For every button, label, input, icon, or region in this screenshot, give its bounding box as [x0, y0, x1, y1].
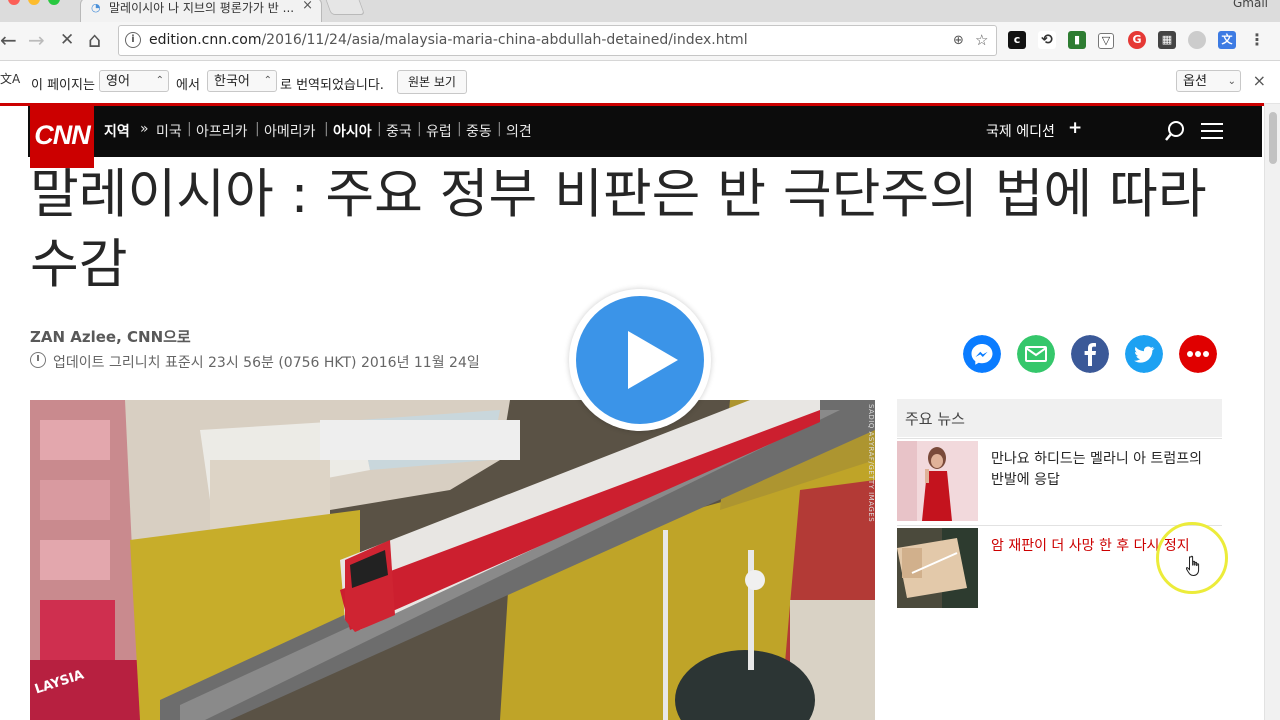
- email-icon[interactable]: [1017, 335, 1055, 373]
- nav-item-middle-east[interactable]: 중동: [466, 121, 492, 141]
- url-text[interactable]: edition.cnn.com/2016/11/24/asia/malaysia…: [149, 32, 748, 48]
- hero-photo[interactable]: LAYSIA: [30, 400, 875, 720]
- clock-icon: [30, 352, 46, 368]
- search-icon[interactable]: [1164, 120, 1186, 142]
- nav-divider: |: [255, 121, 260, 137]
- nav-item-asia[interactable]: 아시아: [333, 121, 372, 141]
- hero-photo-illustration: [30, 400, 875, 720]
- extension-icon[interactable]: ⟲: [1038, 31, 1056, 49]
- nav-item-africa[interactable]: 아프리카: [196, 121, 248, 141]
- page-scrollbar[interactable]: [1264, 104, 1280, 720]
- article-byline: ZAN Azlee, CNN으로: [30, 328, 191, 346]
- nav-item-opinion[interactable]: 의견: [506, 121, 532, 141]
- back-button[interactable]: ←: [0, 28, 17, 52]
- url-domain: edition.cnn.com: [149, 32, 262, 48]
- address-bar[interactable]: i edition.cnn.com/2016/11/24/asia/malays…: [118, 25, 997, 56]
- extension-icon[interactable]: [1188, 31, 1206, 49]
- story-thumbnail-illustration: [897, 441, 978, 521]
- minimize-window-button[interactable]: [28, 0, 40, 5]
- close-window-button[interactable]: [8, 0, 20, 5]
- story-thumbnail[interactable]: [897, 441, 978, 521]
- more-icon[interactable]: [1179, 335, 1217, 373]
- maximize-window-button[interactable]: [48, 0, 60, 5]
- play-button-circle: [576, 296, 704, 424]
- nav-item-us[interactable]: 미국: [156, 121, 182, 141]
- chevron-updown-icon: ⌃: [155, 75, 164, 86]
- edition-plus-icon[interactable]: +: [1068, 118, 1082, 138]
- target-language-value: 한국어: [214, 74, 250, 89]
- translate-page-icon[interactable]: ⊕: [953, 33, 964, 48]
- source-language-value: 영어: [106, 74, 130, 89]
- story-thumbnail-illustration: [897, 528, 978, 608]
- top-stories-header: 주요 뉴스: [897, 399, 1222, 437]
- target-language-select[interactable]: 한국어 ⌃: [207, 70, 277, 92]
- new-tab-button[interactable]: [324, 0, 366, 15]
- source-language-select[interactable]: 영어 ⌃: [99, 70, 169, 92]
- nav-item-china[interactable]: 중국: [386, 121, 412, 141]
- nav-divider: |: [377, 121, 382, 137]
- facebook-icon[interactable]: [1071, 335, 1109, 373]
- article-updated-time: 업데이트 그리니치 표준시 23시 56분 (0756 HKT) 2016년 1…: [53, 355, 480, 371]
- extension-icon[interactable]: c: [1008, 31, 1026, 49]
- scrollbar-thumb[interactable]: [1269, 112, 1277, 164]
- chevron-updown-icon: ⌃: [263, 75, 272, 86]
- menu-icon[interactable]: ⋮: [1248, 31, 1266, 49]
- translate-close-button[interactable]: ×: [1253, 71, 1266, 90]
- info-icon[interactable]: i: [125, 32, 141, 48]
- translate-middle: 에서: [176, 78, 200, 93]
- top-stories-title: 주요 뉴스: [905, 410, 965, 428]
- extension-icon[interactable]: ▮: [1068, 31, 1086, 49]
- extension-icon[interactable]: G: [1128, 31, 1146, 49]
- story-thumbnail[interactable]: [897, 528, 978, 608]
- video-play-button[interactable]: [569, 289, 711, 431]
- hamburger-menu-icon[interactable]: [1201, 123, 1223, 144]
- cnn-logo[interactable]: CNN: [30, 104, 94, 168]
- play-icon: [628, 331, 678, 389]
- translate-suffix: 로 번역되었습니다.: [280, 78, 384, 93]
- translate-prefix: 이 페이지는: [31, 78, 95, 93]
- google-translate-icon[interactable]: 文: [1218, 31, 1236, 49]
- nav-divider: |: [417, 121, 422, 137]
- photo-credit: SADIQ ASYRAF/GETTY IMAGES: [867, 404, 875, 523]
- options-label: 옵션: [1183, 74, 1207, 89]
- nav-item-europe[interactable]: 유럽: [426, 121, 452, 141]
- tab-close-button[interactable]: ×: [302, 0, 313, 13]
- story-headline[interactable]: 만나요 하디드는 멜라니 아 트럼프의 반발에 응답: [991, 449, 1216, 491]
- article-headline: 말레이시아 : 주요 정부 비판은 반 극단주의 법에 따라 수감: [30, 164, 1207, 295]
- browser-toolbar: ← → ✕ ⌂ i edition.cnn.com/2016/11/24/asi…: [0, 22, 1280, 60]
- stop-button[interactable]: ✕: [60, 28, 74, 52]
- tab-title: 말레이시아 나 지브의 평론가가 반 ...: [109, 1, 294, 15]
- translate-bar: 文A 이 페이지는 영어 ⌃ 에서 한국어 ⌃ 로 번역되었습니다. 원본 보기…: [0, 60, 1280, 104]
- nav-divider: |: [324, 121, 329, 137]
- hand-pointer-icon: [1186, 555, 1200, 577]
- nav-arrow: »: [140, 121, 149, 137]
- translate-options-select[interactable]: 옵션 ⌄: [1176, 70, 1241, 92]
- twitter-icon[interactable]: [1125, 335, 1163, 373]
- bookmark-star-icon[interactable]: ☆: [975, 31, 988, 49]
- tab-strip: ◔ 말레이시아 나 지브의 평론가가 반 ... × Gmail: [0, 0, 1280, 23]
- nav-section[interactable]: 지역: [104, 121, 130, 141]
- loading-favicon-icon: ◔: [91, 1, 101, 14]
- show-original-button[interactable]: 원본 보기: [397, 70, 467, 94]
- nav-divider: |: [457, 121, 462, 137]
- nav-divider: |: [187, 121, 192, 137]
- url-path: /2016/11/24/asia/malaysia-maria-china-ab…: [261, 32, 748, 48]
- cnn-nav-bar: CNN 지역 » 미국 | 아프리카 | 아메리카 | 아시아 | 중국 | 유…: [28, 104, 1262, 168]
- browser-tab[interactable]: ◔ 말레이시아 나 지브의 평론가가 반 ... ×: [80, 0, 322, 23]
- shield-icon[interactable]: ▽: [1098, 33, 1114, 49]
- home-button[interactable]: ⌂: [88, 28, 101, 52]
- messenger-icon[interactable]: [963, 335, 1001, 373]
- nav-item-americas[interactable]: 아메리카: [264, 121, 316, 141]
- chevron-down-icon: ⌄: [1227, 76, 1236, 87]
- extension-icon[interactable]: ▦: [1158, 31, 1176, 49]
- nav-divider: |: [497, 121, 502, 137]
- translate-icon: 文A: [0, 72, 21, 86]
- edition-selector[interactable]: 국제 에디션: [986, 121, 1055, 141]
- list-item[interactable]: 만나요 하디드는 멜라니 아 트럼프의 반발에 응답: [897, 438, 1222, 523]
- profile-name[interactable]: Gmail: [1233, 0, 1268, 10]
- forward-button[interactable]: →: [28, 28, 45, 52]
